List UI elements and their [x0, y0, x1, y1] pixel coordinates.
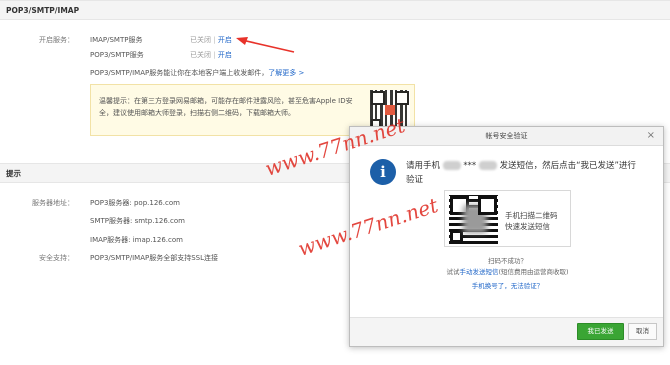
masked-phone-blur [442, 161, 461, 170]
imap-smtp-toggle: 已关闭 | 开启 [190, 35, 232, 45]
service-description: POP3/SMTP/IMAP服务能让你在本地客户端上收发邮件，了解更多 > [90, 68, 304, 78]
tip-line-1: 温馨提示：在第三方登录网易邮箱，可能存在邮件泄露风险，甚至危害Apple ID安 [99, 97, 353, 105]
dialog-footer: 我已发送 取消 [350, 317, 663, 346]
service-desc-text: POP3/SMTP/IMAP服务能让你在本地客户端上收发邮件， [90, 69, 269, 77]
dialog-title: 帐号安全验证 [485, 132, 528, 140]
tip-line-2: 全，建议使用邮箱大师登录，扫描右侧二维码，下载邮箱大师。 [99, 109, 295, 117]
msg-part-1: 请用手机 [406, 161, 441, 171]
enable-imap-link[interactable]: 开启 [218, 36, 232, 44]
separator: | [213, 51, 216, 59]
account-security-dialog: 帐号安全验证 × i 请用手机 *** 发送短信，然后点击“我已发送”进行 验证… [349, 126, 664, 347]
masked-phone-blur [478, 161, 497, 170]
imap-smtp-service-name: IMAP/SMTP服务 [90, 36, 143, 44]
pop3-server: POP3服务器: pop.126.com [90, 199, 180, 207]
info-icon: i [370, 159, 396, 185]
manual-sms-link[interactable]: 手动发送短信 [459, 268, 498, 276]
qr-line-2: 快速发送短信 [505, 222, 550, 231]
cancel-button[interactable]: 取消 [628, 323, 657, 340]
server-address-label: 服务器地址： [32, 199, 74, 207]
tip-text: 温馨提示：在第三方登录网易邮箱，可能存在邮件泄露风险，甚至危害Apple ID安… [99, 95, 364, 119]
imap-status: 已关闭 [190, 36, 211, 44]
separator: | [213, 36, 216, 44]
msg-line-2: 验证 [406, 175, 424, 185]
sms-qr-code [449, 195, 498, 244]
close-icon[interactable]: × [647, 127, 655, 145]
dialog-message: 请用手机 *** 发送短信，然后点击“我已发送”进行 验证 [406, 159, 646, 187]
sms-fee-note: (短信费用由运营商收取) [498, 268, 569, 276]
try-prefix: 试试 [446, 268, 460, 276]
pop3-smtp-service-name: POP3/SMTP服务 [90, 51, 144, 59]
section-title: 提示 [6, 169, 21, 178]
enable-pop3-link[interactable]: 开启 [218, 51, 232, 59]
ssl-support: POP3/SMTP/IMAP服务全部支持SSL连接 [90, 254, 219, 262]
learn-more-link[interactable]: 了解更多 > [268, 69, 304, 77]
pop3-status: 已关闭 [190, 51, 211, 59]
red-arrow-top [236, 37, 295, 53]
section-title: POP3/SMTP/IMAP [6, 6, 80, 15]
masked-phone: *** [463, 161, 477, 171]
sms-qr-card: 手机扫描二维码 快速发送短信 [444, 190, 571, 247]
pop3-smtp-toggle: 已关闭 | 开启 [190, 50, 232, 60]
msg-part-2: 发送短信，然后点击“我已发送”进行 [499, 161, 636, 171]
qr-line-1: 手机扫描二维码 [505, 211, 558, 220]
section-header-pop3: POP3/SMTP/IMAP [0, 0, 670, 20]
ssl-support-label: 安全支持： [39, 254, 74, 262]
manual-sms-row: 试试手动发送短信(短信费用由运营商收取) [350, 266, 665, 276]
service-label: 开启服务： [39, 36, 74, 44]
i-have-sent-button[interactable]: 我已发送 [577, 323, 624, 340]
qr-card-text: 手机扫描二维码 快速发送短信 [505, 210, 558, 232]
smtp-server: SMTP服务器: smtp.126.com [90, 217, 185, 225]
phone-changed-link[interactable]: 手机换号了，无法验证？ [350, 280, 665, 290]
scan-fail-text: 扫码不成功？ [488, 257, 527, 265]
imap-server: IMAP服务器: imap.126.com [90, 236, 183, 244]
